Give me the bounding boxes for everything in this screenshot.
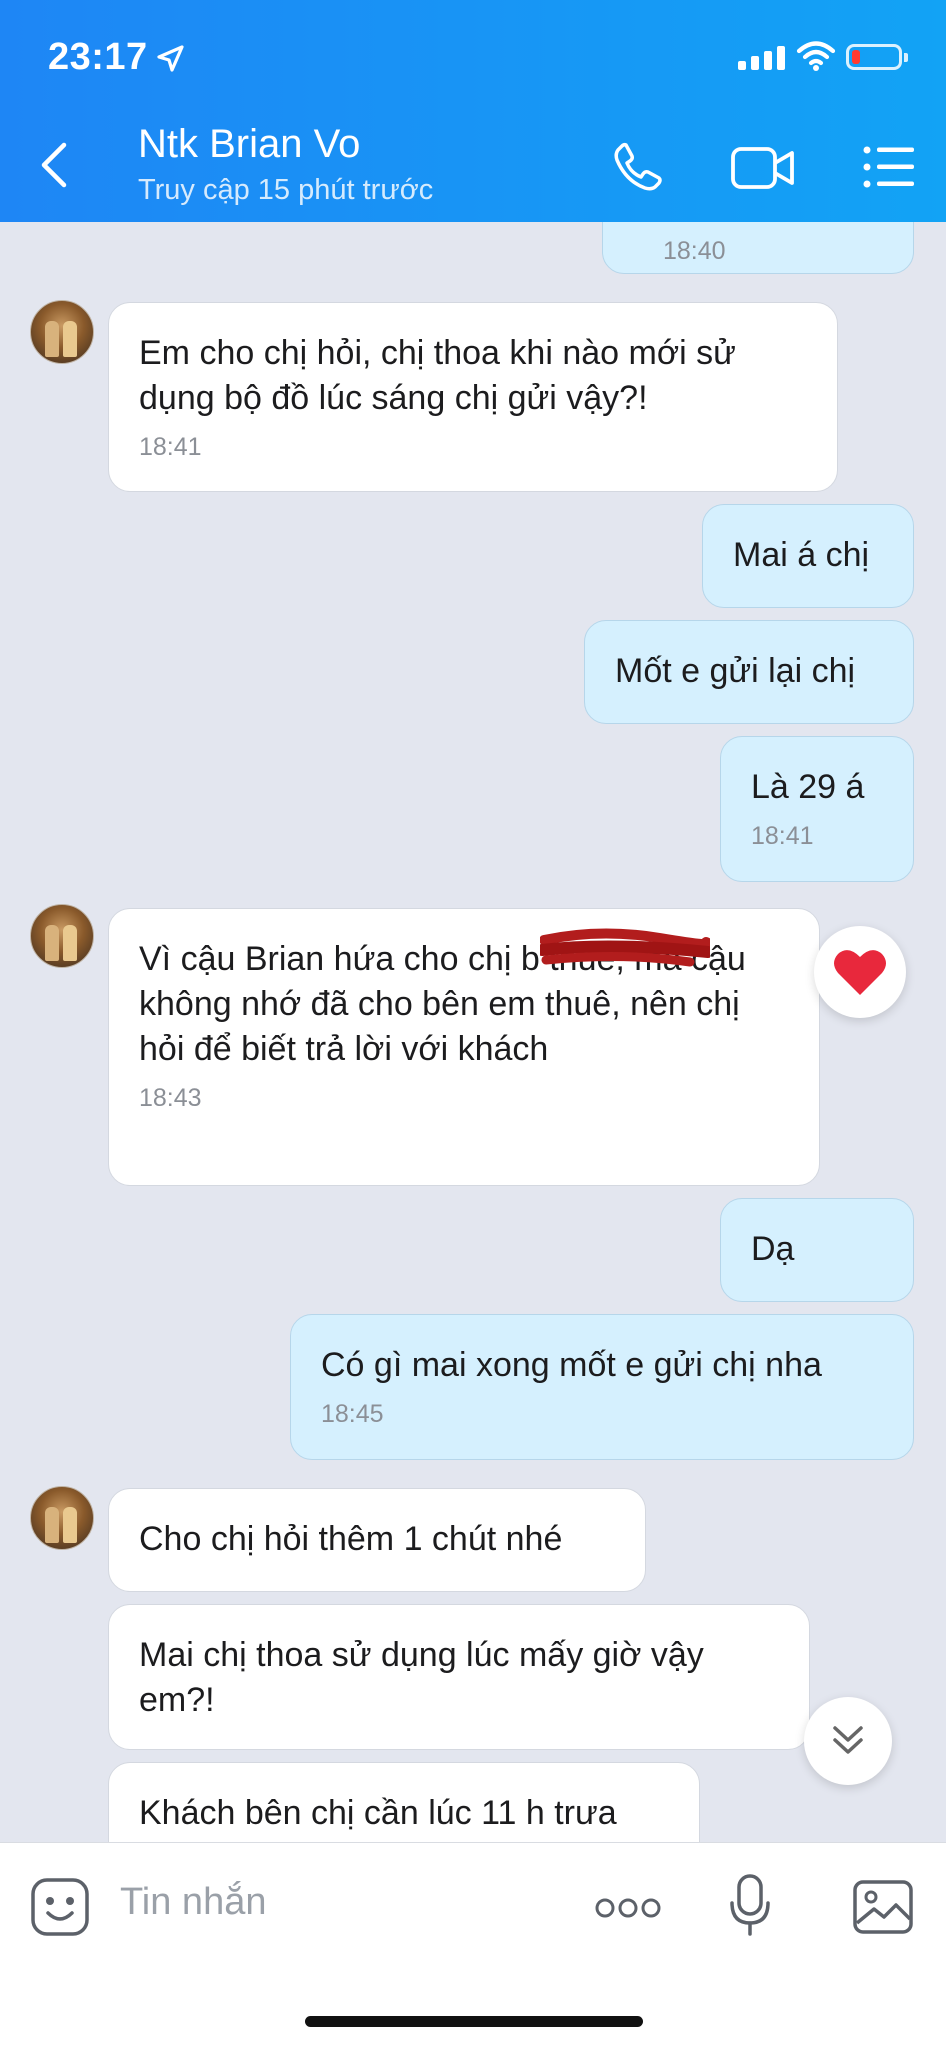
message-bubble-incoming[interactable]: Em cho chị hỏi, chị thoa khi nào mới sử … [108,302,838,492]
message-list[interactable]: 18:40 Em cho chị hỏi, chị thoa khi nào m… [0,222,946,1842]
message-bubble-incoming[interactable]: Cho chị hỏi thêm 1 chút nhé [108,1488,646,1592]
phone-icon[interactable] [612,140,664,192]
home-indicator [305,2016,643,2027]
more-dots-icon[interactable] [594,1897,662,1919]
message-bubble-incoming[interactable]: Vì cậu Brian hứa cho chị b thuê, mà cậu … [108,908,820,1186]
message-bubble-outgoing[interactable]: Mai á chị [702,504,914,608]
sticker-icon[interactable] [30,1877,90,1937]
message-bubble-incoming[interactable]: Mai chị thoa sử dụng lúc mấy giờ vậy em?… [108,1604,810,1750]
message-input[interactable]: Tin nhắn [120,1881,266,1924]
gallery-icon[interactable] [852,1879,914,1935]
wifi-icon [796,41,836,71]
message-bubble-outgoing[interactable]: Dạ [720,1198,914,1302]
battery-icon [846,44,908,70]
avatar[interactable] [30,904,94,968]
heart-reaction-button[interactable] [814,926,906,1018]
video-call-icon[interactable] [730,146,796,190]
chat-header: 23:17 Ntk Brian Vo Truy cập 15 phút trướ… [0,0,946,222]
message-bubble-outgoing[interactable]: Mốt e gửi lại chị [584,620,914,724]
message-bubble-outgoing[interactable]: Có gì mai xong mốt e gửi chị nha 18:45 [290,1314,914,1460]
avatar[interactable] [30,1486,94,1550]
avatar[interactable] [30,300,94,364]
redaction-scribble [540,928,710,967]
back-chevron-icon[interactable] [34,140,74,190]
double-chevron-down-icon [833,1726,863,1754]
last-seen-status: Truy cập 15 phút trước [138,174,434,206]
message-bubble-incoming[interactable]: Khách bên chị cần lúc 11 h trưa [108,1762,700,1842]
message-bubble-outgoing[interactable]: 18:40 [602,222,914,274]
microphone-icon[interactable] [728,1873,772,1937]
menu-list-icon[interactable] [862,144,916,190]
contact-name[interactable]: Ntk Brian Vo [138,122,360,167]
message-input-bar: Tin nhắn [0,1842,946,2049]
message-bubble-outgoing[interactable]: Là 29 á 18:41 [720,736,914,882]
location-arrow-icon [157,45,184,72]
status-time: 23:17 [48,36,148,78]
scroll-to-bottom-button[interactable] [804,1697,892,1785]
cellular-signal-icon [738,46,785,70]
heart-icon [834,950,886,995]
